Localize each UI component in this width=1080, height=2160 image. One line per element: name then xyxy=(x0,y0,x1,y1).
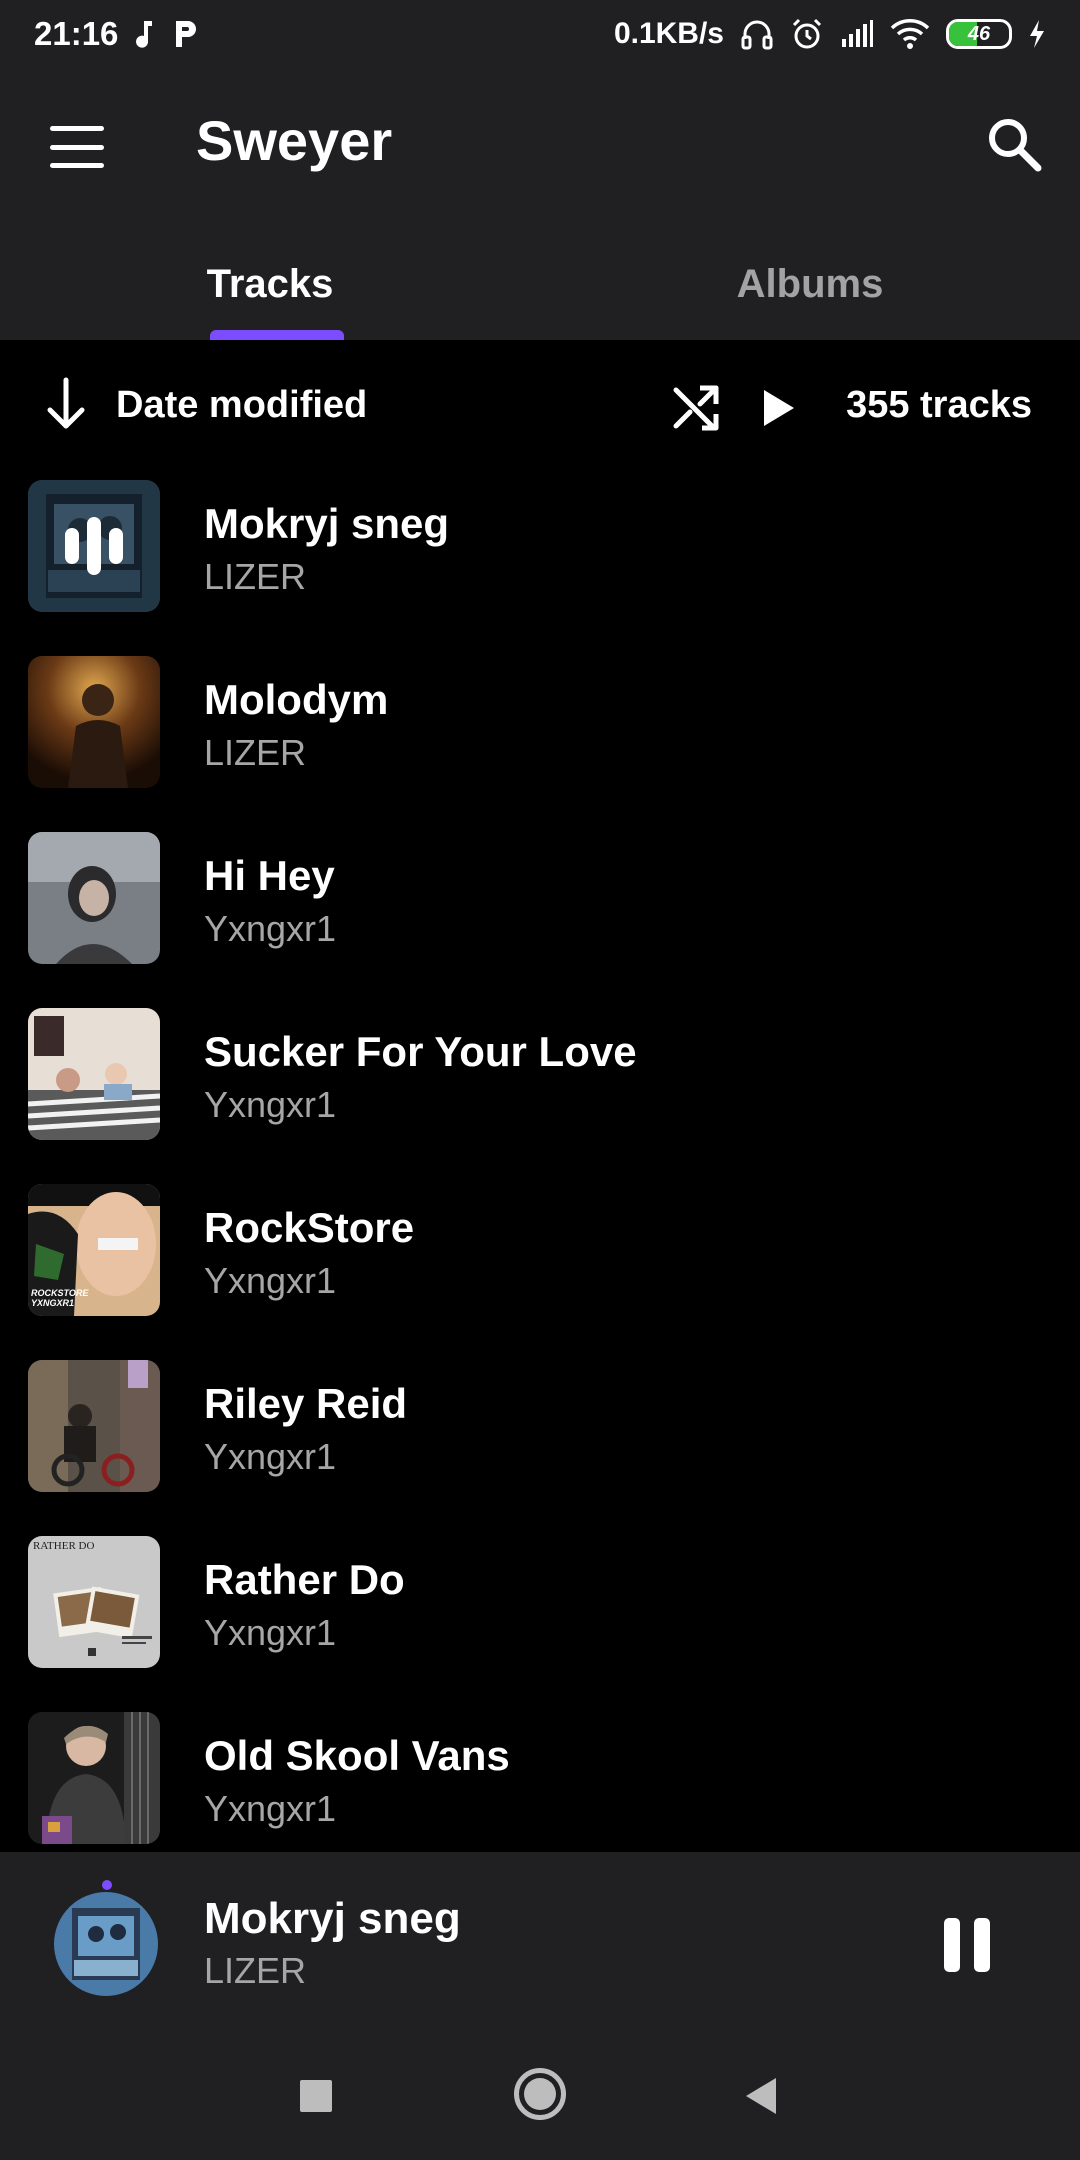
track-title: RockStore xyxy=(204,1204,415,1251)
album-art xyxy=(28,1008,160,1140)
tab-albums[interactable]: Albums xyxy=(540,218,1080,340)
track-row[interactable]: Molodym LIZER xyxy=(0,648,1080,824)
track-title: Old Skool Vans xyxy=(204,1732,510,1779)
recents-button[interactable] xyxy=(300,2080,332,2112)
mini-player-title: Mokryj sneg xyxy=(204,1894,461,1943)
charging-icon xyxy=(1028,19,1046,49)
tab-bar: Tracks Albums xyxy=(0,218,1080,340)
battery-level: 46 xyxy=(967,22,991,45)
album-art: ROCKSTORE YXNGXR1 xyxy=(28,1184,160,1316)
alarm-icon xyxy=(790,17,824,51)
system-nav-bar xyxy=(0,2032,1080,2160)
now-playing-equalizer-icon xyxy=(28,480,160,612)
sort-label[interactable]: Date modified xyxy=(116,384,367,427)
tab-label: Tracks xyxy=(206,262,334,306)
music-note-icon xyxy=(134,19,156,49)
sort-bar: Date modified 355 tracks xyxy=(0,340,1080,472)
art-text: YXNGXR1 xyxy=(31,1298,75,1308)
art-text: RATHER DO xyxy=(33,1540,95,1552)
menu-button[interactable] xyxy=(44,120,110,174)
play-all-button[interactable] xyxy=(756,384,800,432)
track-row[interactable]: Riley Reid Yxngxr1 xyxy=(0,1352,1080,1528)
pause-button[interactable] xyxy=(944,1918,990,1972)
track-row[interactable]: RATHER DO Rather Do Yxngxr1 xyxy=(0,1528,1080,1704)
tab-indicator xyxy=(210,330,344,340)
wifi-icon xyxy=(890,18,930,50)
album-art: RATHER DO xyxy=(28,1536,160,1668)
search-button[interactable] xyxy=(982,112,1046,176)
net-speed: 0.1KB/s xyxy=(613,17,724,50)
album-art xyxy=(28,832,160,964)
menu-icon-line xyxy=(50,126,104,131)
track-title: Mokryj sneg xyxy=(204,500,450,547)
signal-icon xyxy=(840,19,874,49)
track-row[interactable]: ROCKSTORE YXNGXR1 RockStore Yxngxr1 xyxy=(0,1176,1080,1352)
track-artist: Yxngxr1 xyxy=(204,1788,337,1829)
track-artist: Yxngxr1 xyxy=(204,1436,337,1477)
sort-direction-button[interactable] xyxy=(44,376,88,432)
shuffle-icon xyxy=(673,385,719,431)
menu-icon-line xyxy=(50,144,104,150)
tab-label: Albums xyxy=(736,262,884,306)
pause-icon-bar xyxy=(944,1918,960,1972)
track-title: Molodym xyxy=(204,676,389,723)
track-row[interactable]: Old Skool Vans Yxngxr1 xyxy=(0,1704,1080,1852)
play-icon xyxy=(764,390,794,426)
status-bar-right: 0.1KB/s 46 xyxy=(614,17,1046,51)
track-artist: Yxngxr1 xyxy=(204,1612,337,1653)
track-artist: Yxngxr1 xyxy=(204,908,337,949)
track-row[interactable]: Mokryj sneg LIZER xyxy=(0,472,1080,648)
track-artist: LIZER xyxy=(204,732,307,773)
art-text: ROCKSTORE xyxy=(31,1288,89,1298)
mini-player-album-art xyxy=(54,1892,158,1996)
album-art xyxy=(28,656,160,788)
track-count: 355 tracks xyxy=(846,384,1032,426)
track-artist: Yxngxr1 xyxy=(204,1084,337,1125)
track-title: Rather Do xyxy=(204,1556,405,1603)
status-bar-left: 21:16 xyxy=(34,15,198,53)
headphones-icon xyxy=(740,17,774,51)
album-art xyxy=(28,1360,160,1492)
menu-icon-line xyxy=(50,163,104,168)
home-button[interactable] xyxy=(514,2068,566,2120)
app-title: Sweyer xyxy=(196,109,393,172)
status-bar: 21:16 0.1KB/s 46 xyxy=(0,0,1080,68)
track-row[interactable]: Hi Hey Yxngxr1 xyxy=(0,824,1080,1000)
battery-icon: 46 xyxy=(946,19,1012,49)
playback-indicator xyxy=(102,1880,112,1890)
shuffle-button[interactable] xyxy=(670,382,722,434)
track-title: Hi Hey xyxy=(204,852,335,899)
back-icon xyxy=(746,2078,776,2114)
track-list[interactable]: Mokryj sneg LIZER Molodym LIZER Hi Hey Y… xyxy=(0,472,1080,1852)
track-title: Riley Reid xyxy=(204,1380,408,1427)
tab-tracks[interactable]: Tracks xyxy=(0,218,540,340)
mini-player[interactable]: Mokryj sneg LIZER xyxy=(0,1852,1080,2032)
search-icon xyxy=(989,119,1042,172)
pause-icon-bar xyxy=(974,1918,990,1972)
status-time: 21:16 xyxy=(34,15,119,52)
arrow-down-icon xyxy=(47,377,85,429)
back-button[interactable] xyxy=(744,2076,778,2116)
p-app-icon xyxy=(172,19,198,49)
mini-player-artist: LIZER xyxy=(204,1950,307,1991)
track-title: Sucker For Your Love xyxy=(204,1028,637,1075)
track-artist: Yxngxr1 xyxy=(204,1260,337,1301)
track-row[interactable]: Sucker For Your Love Yxngxr1 xyxy=(0,1000,1080,1176)
album-art xyxy=(28,480,160,612)
album-art xyxy=(28,1712,160,1844)
track-artist: LIZER xyxy=(204,556,307,597)
app-bar: Sweyer xyxy=(0,68,1080,218)
